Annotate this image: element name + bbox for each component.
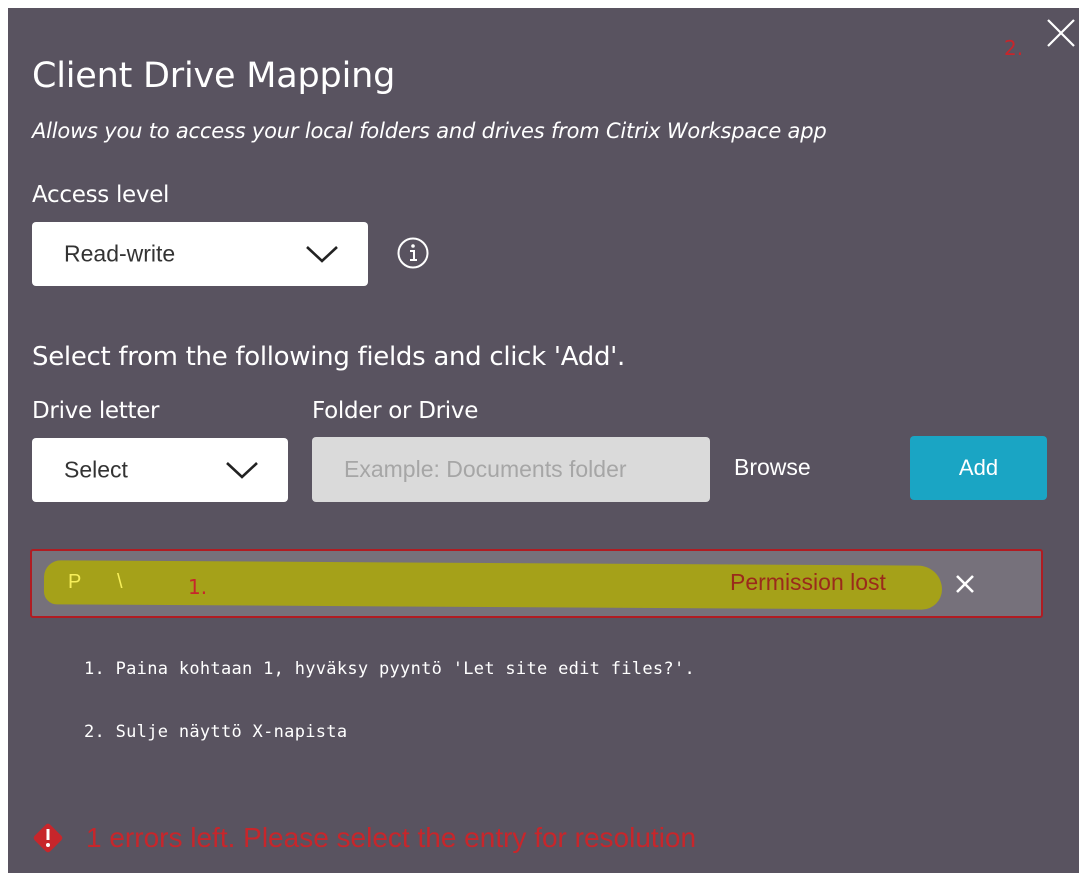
add-section-heading: Select from the following fields and cli… (32, 342, 625, 372)
access-level-value: Read-write (64, 240, 176, 267)
access-level-label: Access level (32, 182, 170, 208)
folder-or-drive-input[interactable] (312, 437, 710, 502)
client-drive-mapping-dialog: 2. Client Drive Mapping Allows you to ac… (8, 8, 1079, 873)
dialog-title: Client Drive Mapping (32, 56, 396, 96)
access-level-select[interactable]: Read-write (32, 222, 368, 286)
info-icon[interactable] (396, 236, 430, 270)
drive-letter-value: Select (64, 456, 128, 483)
drive-letter-select[interactable]: Select (32, 438, 288, 502)
dialog-subtitle: Allows you to access your local folders … (32, 119, 827, 143)
folder-or-drive-label: Folder or Drive (312, 398, 479, 424)
drive-mapping-entry[interactable]: P \ 1. Permission lost (30, 549, 1043, 618)
browse-button[interactable]: Browse (734, 454, 811, 481)
chevron-down-icon (226, 462, 258, 479)
close-icon[interactable] (1044, 16, 1078, 50)
remove-entry-icon[interactable] (952, 571, 978, 597)
drive-letter-label: Drive letter (32, 398, 160, 424)
entry-annotation: 1. (188, 575, 208, 599)
entry-status: Permission lost (730, 569, 886, 595)
error-text: 1 errors left. Please select the entry f… (86, 822, 697, 853)
instruction-step-2: 2. Sulje näyttö X-napista (84, 722, 348, 742)
add-button[interactable]: Add (910, 436, 1047, 500)
entry-drive-letter: P (68, 571, 82, 593)
warning-diamond-icon (33, 823, 63, 853)
instruction-step-1: 1. Paina kohtaan 1, hyväksy pyyntö 'Let … (84, 659, 696, 679)
close-annotation: 2. (1004, 36, 1024, 60)
chevron-down-icon (306, 246, 338, 263)
entry-path: \ (117, 571, 123, 593)
